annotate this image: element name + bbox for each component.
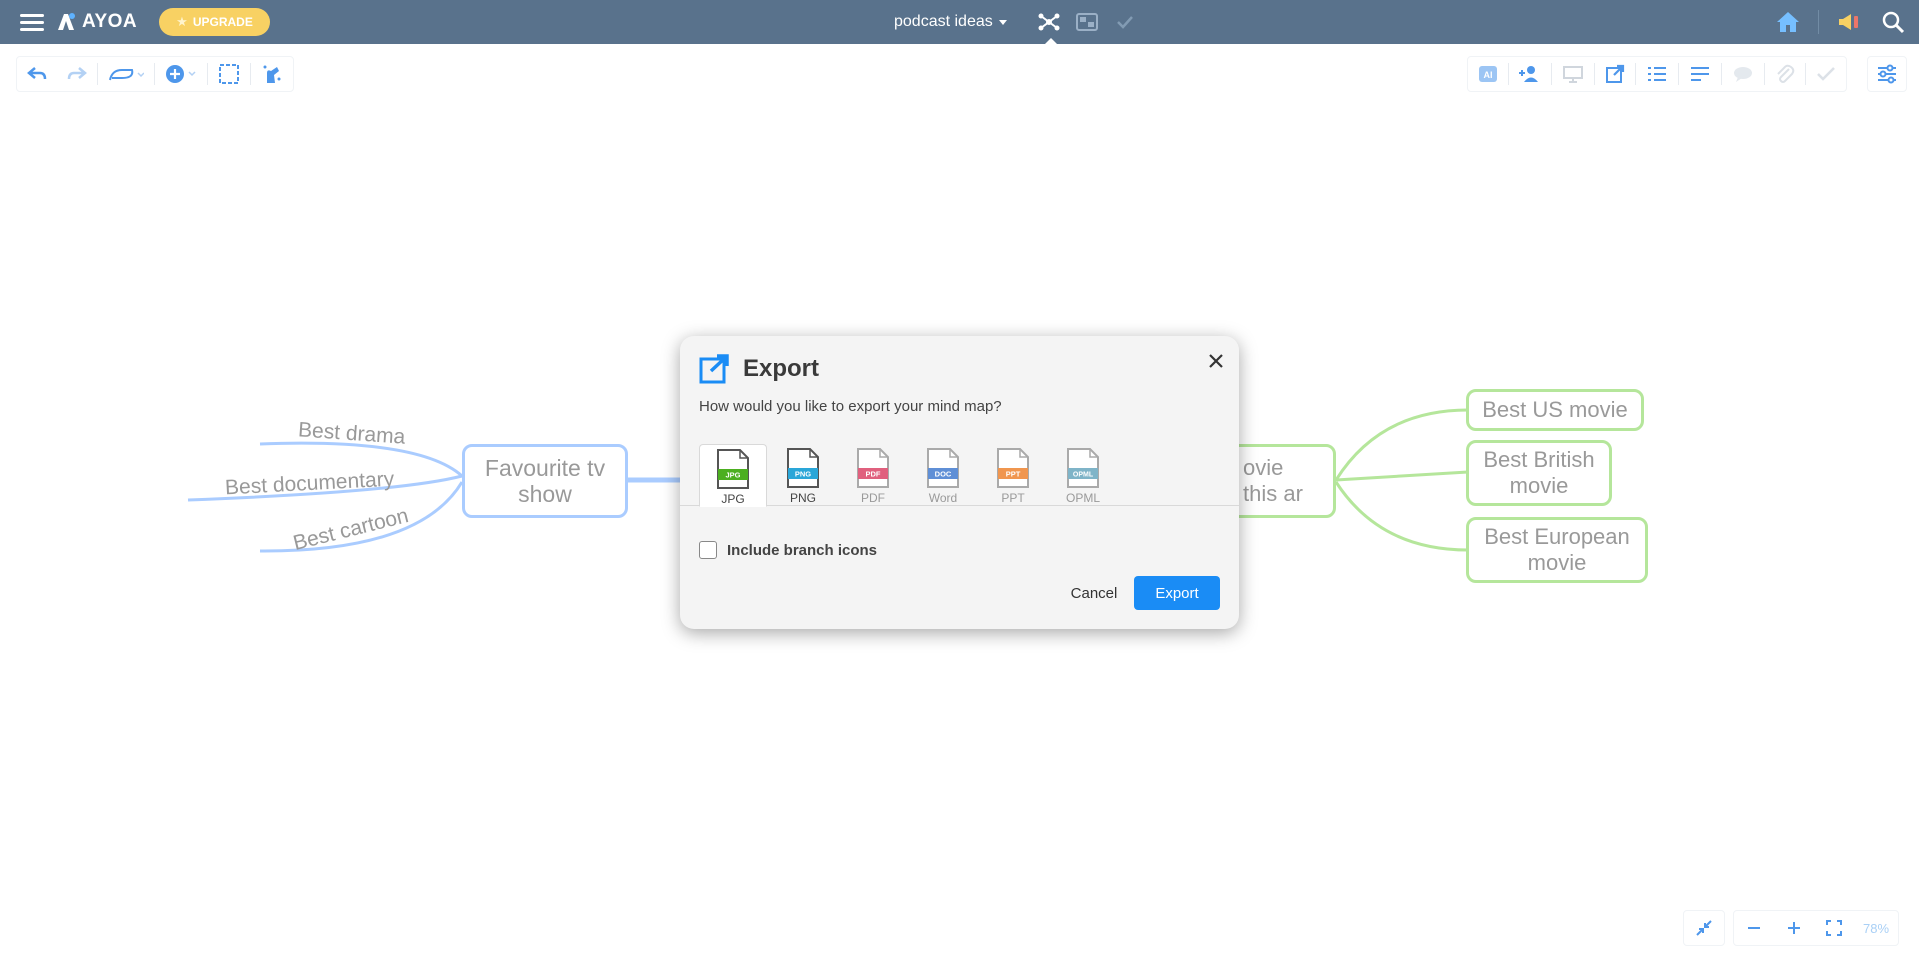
doc-file-icon: DOC (927, 448, 959, 488)
pdf-file-icon: PDF (857, 448, 889, 488)
export-button[interactable]: Export (1134, 576, 1220, 610)
svg-text:JPG: JPG (725, 471, 740, 480)
format-option-opml[interactable]: OPML OPML (1049, 444, 1117, 506)
format-option-png[interactable]: PNG PNG (769, 444, 837, 506)
include-branch-icons-checkbox[interactable]: Include branch icons (699, 541, 877, 559)
format-option-pdf[interactable]: PDF PDF (839, 444, 907, 506)
format-tabs: JPG JPG PNG PNG PDF PDF DOC Word PPT PPT… (680, 440, 1239, 507)
format-option-jpg[interactable]: JPG JPG (699, 444, 767, 507)
png-file-icon: PNG (787, 448, 819, 488)
svg-text:PPT: PPT (1006, 470, 1021, 479)
export-icon (699, 354, 729, 384)
format-label-pdf: PDF (861, 491, 885, 505)
opml-file-icon: OPML (1067, 448, 1099, 488)
jpg-file-icon: JPG (717, 449, 749, 489)
dialog-header: Export (699, 354, 819, 384)
close-button[interactable] (1205, 350, 1227, 372)
format-label-word: Word (928, 491, 958, 505)
cancel-button[interactable]: Cancel (1066, 576, 1122, 610)
ppt-file-icon: PPT (997, 448, 1029, 488)
export-dialog: Export How would you like to export your… (680, 336, 1239, 629)
format-option-word[interactable]: DOC Word (909, 444, 977, 506)
format-label-jpg: JPG (721, 492, 745, 506)
dialog-subtitle: How would you like to export your mind m… (699, 398, 1002, 415)
format-option-ppt[interactable]: PPT PPT (979, 444, 1047, 506)
format-label-png: PNG (789, 491, 816, 505)
svg-text:PDF: PDF (866, 470, 881, 479)
checkbox-box[interactable] (699, 541, 717, 559)
svg-text:PNG: PNG (795, 470, 811, 479)
format-label-ppt: PPT (1001, 491, 1025, 505)
checkbox-label: Include branch icons (727, 541, 878, 559)
svg-text:DOC: DOC (935, 470, 952, 479)
dialog-title: Export (743, 355, 820, 382)
close-icon (1209, 354, 1223, 368)
svg-text:OPML: OPML (1073, 472, 1094, 479)
format-label-opml: OPML (1065, 491, 1100, 505)
